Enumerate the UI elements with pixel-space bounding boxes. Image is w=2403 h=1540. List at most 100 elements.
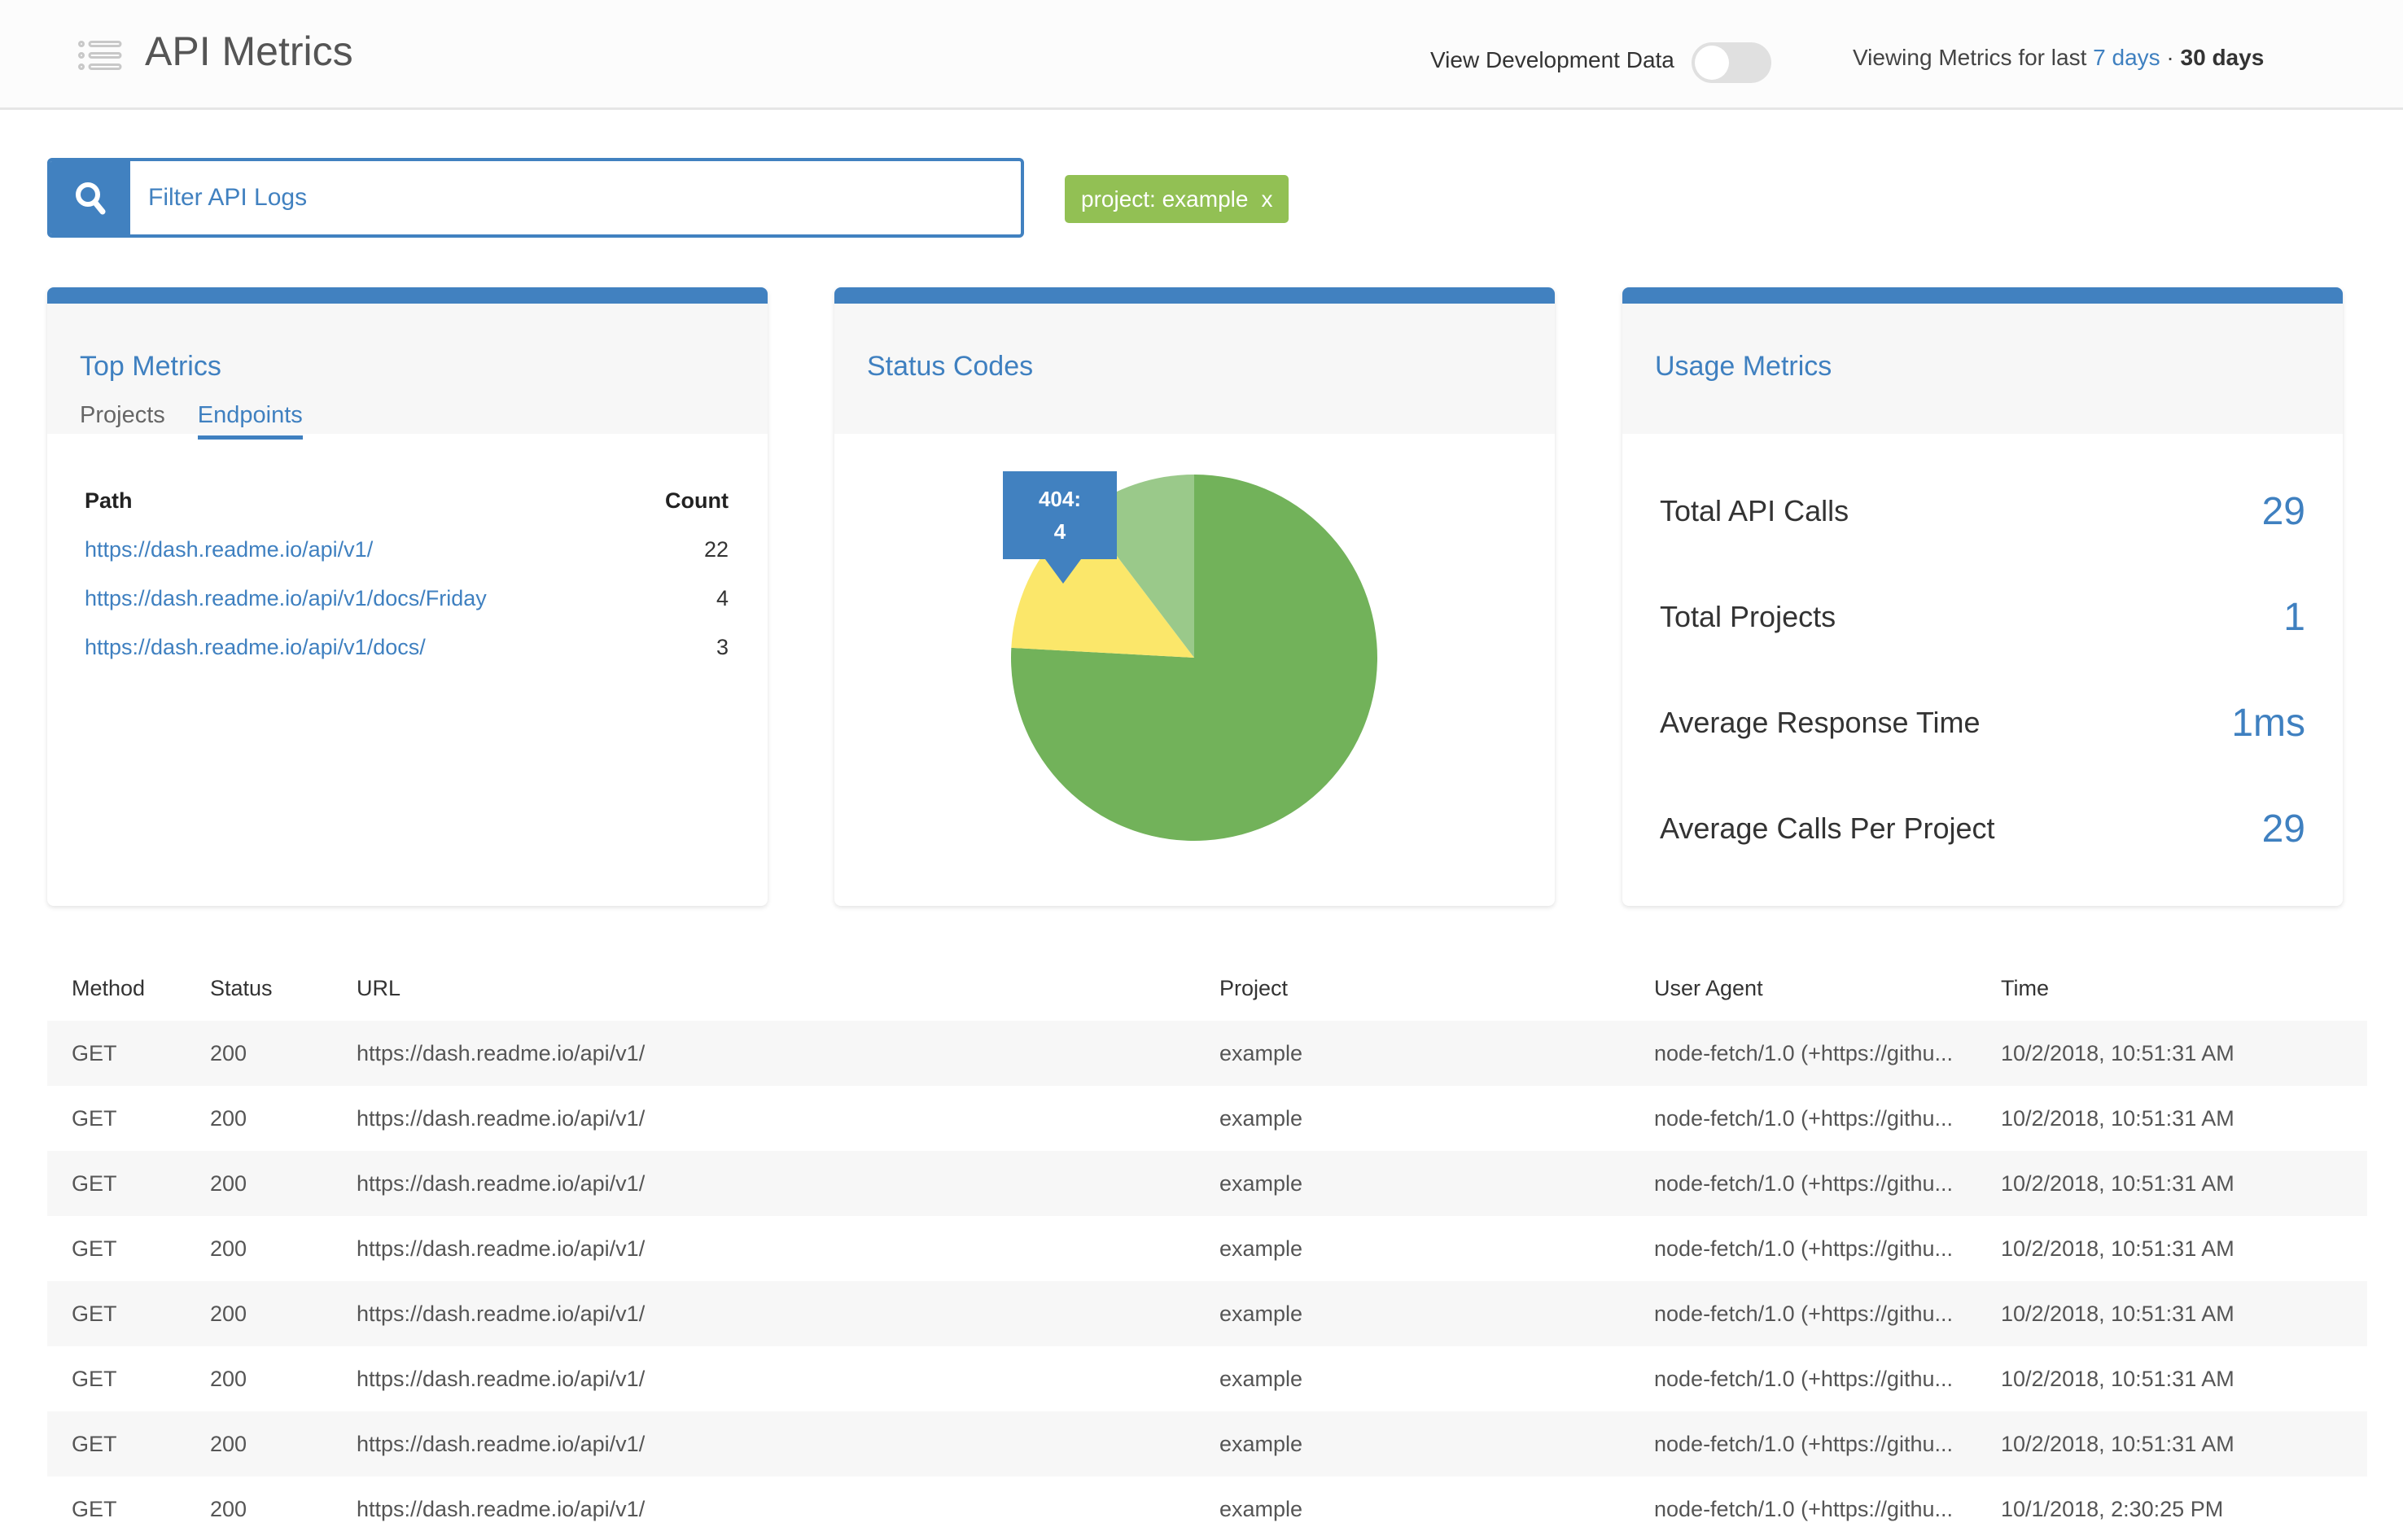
project-cell: example [1219, 1496, 1303, 1521]
usage-metric-total-api-calls: Total API Calls 29 [1660, 458, 2305, 564]
list-menu-icon[interactable] [78, 41, 122, 70]
endpoint-path-link[interactable]: https://dash.readme.io/api/v1/ [85, 537, 373, 562]
url-cell: https://dash.readme.io/api/v1/ [332, 1151, 1195, 1216]
endpoint-count: 4 [716, 585, 729, 610]
time-cell: 10/1/2018, 2:30:25 PM [2001, 1496, 2224, 1521]
user-agent-cell: node-fetch/1.0 (+https://githu... [1630, 1281, 1976, 1346]
method-cell: GET [72, 1236, 117, 1261]
method-cell: GET [47, 1021, 186, 1086]
card-title: Status Codes [867, 351, 1034, 382]
date-range-selector: Viewing Metrics for last 7 days · 30 day… [1853, 45, 2264, 71]
user-agent-cell: node-fetch/1.0 (+https://githu... [1654, 1366, 1953, 1391]
card-header: Usage Metrics [1622, 304, 2343, 434]
time-cell: 10/2/2018, 10:51:31 AM [2001, 1105, 2234, 1131]
dev-data-toggle[interactable] [1692, 42, 1771, 83]
app-header: API Metrics View Development Data Viewin… [0, 0, 2403, 110]
range-prefix: Viewing Metrics for last [1853, 45, 2087, 70]
method-cell: GET [47, 1151, 186, 1216]
status-cell: 200 [210, 1496, 247, 1521]
tab-projects[interactable]: Projects [80, 402, 165, 440]
endpoint-count: 22 [703, 536, 729, 562]
method-cell: GET [47, 1411, 186, 1477]
tab-endpoints[interactable]: Endpoints [197, 402, 303, 440]
column-header-method: Method [72, 975, 146, 1000]
endpoint-path-link[interactable]: https://dash.readme.io/api/v1/docs/ [85, 635, 426, 660]
column-header-status: Status [210, 975, 273, 1000]
table-row[interactable]: GET 200 https://dash.readme.io/api/v1/exam… [47, 1021, 2367, 1086]
pie-tooltip: 404: 4 [1003, 471, 1117, 584]
card-accent-bar [834, 287, 1555, 304]
method-cell: GET [72, 1366, 117, 1391]
project-cell: example [1219, 1236, 1303, 1261]
metric-label: Average Response Time [1660, 706, 1981, 739]
table-row[interactable]: GET 200 https://dash.readme.io/api/v1/exam… [47, 1346, 2367, 1411]
url-cell: https://dash.readme.io/api/v1/ [332, 1281, 1195, 1346]
project-cell: example [1195, 1411, 1630, 1477]
status-cell: 200 [186, 1281, 332, 1346]
metric-label: Total Projects [1660, 600, 1836, 633]
range-separator: · [2166, 45, 2174, 70]
tooltip-label: 404: [1038, 487, 1082, 511]
column-header-time: Time [2001, 975, 2049, 1000]
status-cell: 200 [186, 1411, 332, 1477]
table-row[interactable]: GET 200 https://dash.readme.io/api/v1/exam… [47, 1281, 2367, 1346]
user-agent-cell: node-fetch/1.0 (+https://githu... [1654, 1105, 1953, 1131]
column-header-user-agent: User Agent [1654, 975, 1763, 1000]
status-cell: 200 [186, 1151, 332, 1216]
endpoints-table: Path Count https://dash.readme.io/api/v1… [47, 434, 768, 672]
status-codes-card: Status Codes 404: 4 [834, 287, 1555, 906]
time-cell: 10/2/2018, 10:51:31 AM [1976, 1021, 2367, 1086]
url-cell: https://dash.readme.io/api/v1/ [332, 1411, 1195, 1477]
url-cell: https://dash.readme.io/api/v1/ [357, 1496, 646, 1521]
user-agent-cell: node-fetch/1.0 (+https://githu... [1654, 1496, 1953, 1521]
status-cell: 200 [210, 1366, 247, 1391]
user-agent-cell: node-fetch/1.0 (+https://githu... [1630, 1151, 1976, 1216]
endpoint-path-link[interactable]: https://dash.readme.io/api/v1/docs/Frida… [85, 586, 487, 611]
remove-filter-button[interactable]: x [1261, 186, 1272, 212]
table-row[interactable]: GET 200 https://dash.readme.io/api/v1/exam… [47, 1086, 2367, 1151]
usage-metrics-list: Total API Calls 29 Total Projects 1 Aver… [1622, 434, 2343, 882]
table-row[interactable]: GET 200 https://dash.readme.io/api/v1/exam… [47, 1216, 2367, 1281]
endpoint-row: https://dash.readme.io/api/v1/ 22 [85, 525, 729, 574]
filter-tag-label: project: example [1081, 186, 1249, 212]
user-agent-cell: node-fetch/1.0 (+https://githu... [1630, 1411, 1976, 1477]
endpoint-row: https://dash.readme.io/api/v1/docs/Frida… [85, 574, 729, 623]
table-row[interactable]: GET 200 https://dash.readme.io/api/v1/exam… [47, 1151, 2367, 1216]
table-row[interactable]: GET 200 https://dash.readme.io/api/v1/exam… [47, 1477, 2367, 1540]
column-header-path: Path [85, 488, 133, 513]
search-button[interactable] [50, 161, 130, 234]
card-title: Usage Metrics [1655, 351, 1832, 382]
toggle-knob [1695, 46, 1729, 80]
metric-label: Total API Calls [1660, 494, 1849, 527]
url-cell: https://dash.readme.io/api/v1/ [357, 1366, 646, 1391]
range-option-7-days[interactable]: 7 days [2093, 45, 2160, 70]
card-header: Top Metrics Projects Endpoints [47, 304, 768, 440]
dev-data-label: View Development Data [1430, 47, 1674, 72]
url-cell: https://dash.readme.io/api/v1/ [332, 1021, 1195, 1086]
endpoint-count: 3 [716, 634, 729, 659]
pie-svg [1011, 475, 1377, 841]
url-cell: https://dash.readme.io/api/v1/ [357, 1105, 646, 1131]
endpoints-header-row: Path Count [85, 476, 729, 525]
method-cell: GET [72, 1105, 117, 1131]
project-cell: example [1219, 1105, 1303, 1131]
project-cell: example [1195, 1151, 1630, 1216]
page-title: API Metrics [145, 28, 353, 74]
filter-api-logs-input[interactable] [130, 161, 1021, 234]
filter-search-box [47, 158, 1024, 238]
url-cell: https://dash.readme.io/api/v1/ [357, 1236, 646, 1261]
status-cell: 200 [210, 1105, 247, 1131]
usage-metric-total-projects: Total Projects 1 [1660, 564, 2305, 670]
table-header-row: Method Status URL Project User Agent Tim… [47, 956, 2367, 1021]
metric-label: Average Calls Per Project [1660, 812, 1995, 845]
range-option-30-days[interactable]: 30 days [2181, 45, 2265, 70]
method-cell: GET [72, 1496, 117, 1521]
search-icon [76, 182, 106, 215]
card-title: Top Metrics [80, 351, 221, 382]
tooltip-value: 4 [1053, 519, 1066, 544]
column-header-url: URL [357, 975, 401, 1000]
time-cell: 10/2/2018, 10:51:31 AM [1976, 1151, 2367, 1216]
usage-metric-avg-response-time: Average Response Time 1ms [1660, 670, 2305, 776]
table-row[interactable]: GET 200 https://dash.readme.io/api/v1/exam… [47, 1411, 2367, 1477]
usage-metrics-card: Usage Metrics Total API Calls 29 Total P… [1622, 287, 2343, 906]
